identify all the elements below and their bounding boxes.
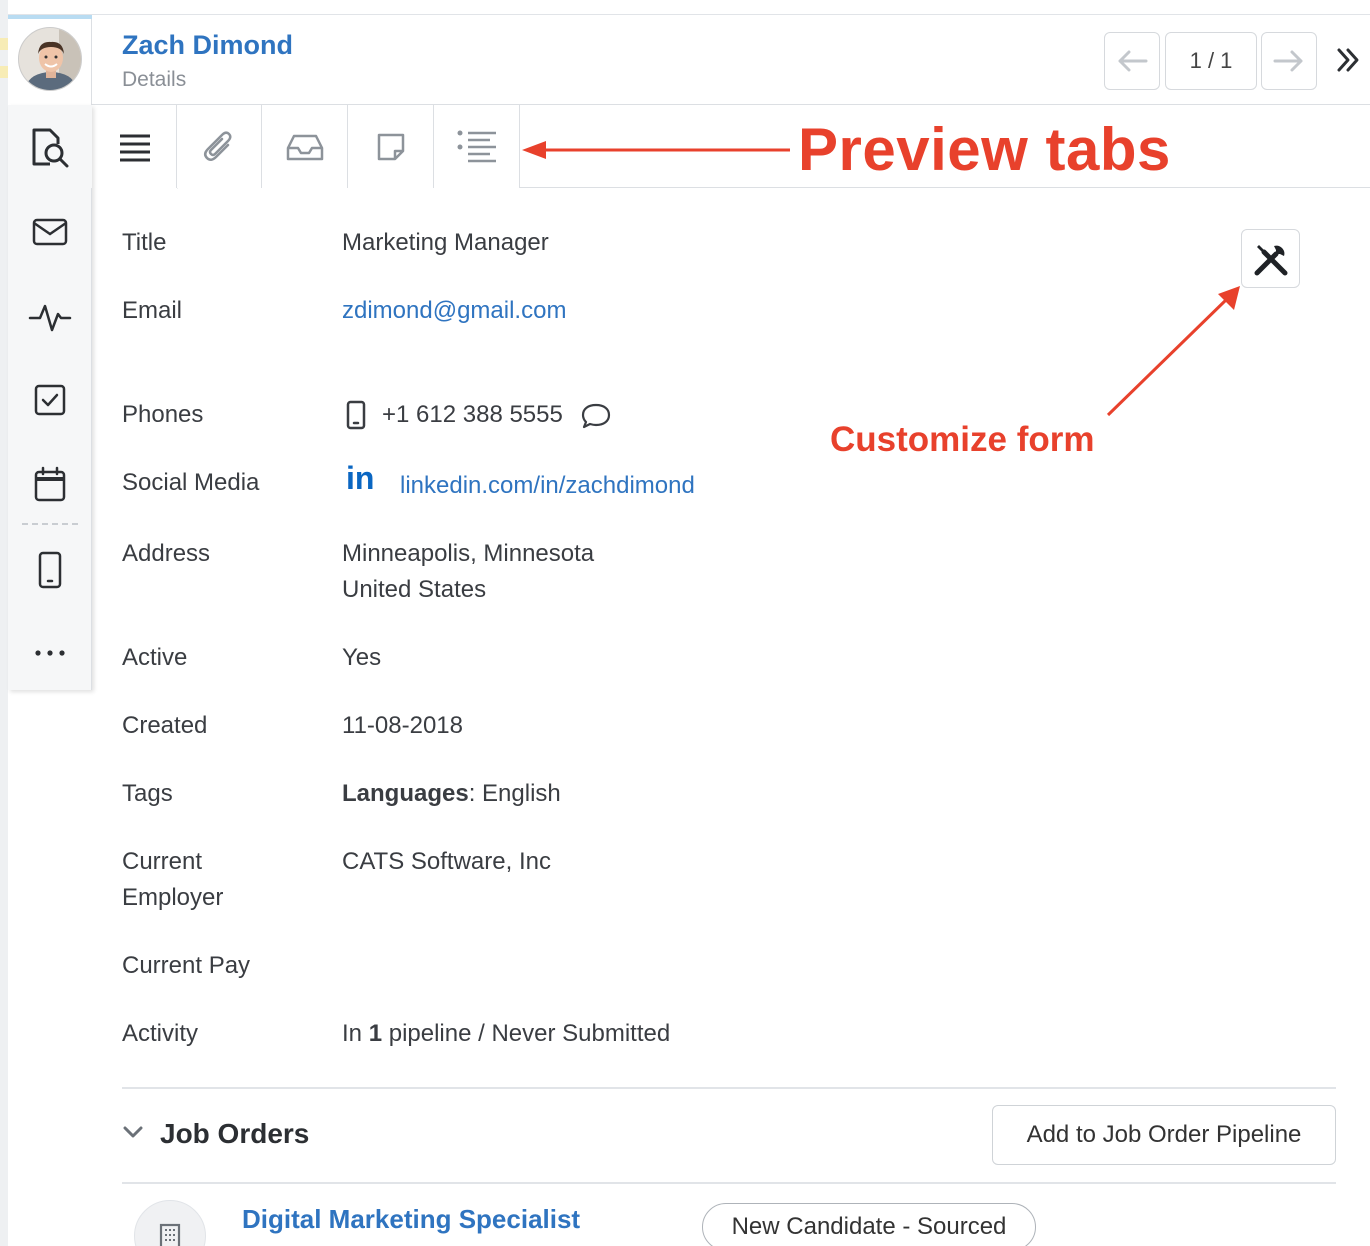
- inbox-icon: [286, 134, 323, 160]
- section-divider: [122, 1087, 1336, 1089]
- annotation-preview-tabs: Preview tabs: [798, 116, 1171, 183]
- phones-label: Phones: [122, 401, 204, 428]
- job-orders-title: Job Orders: [160, 1118, 310, 1149]
- note-icon: [377, 133, 404, 160]
- active-label: Active: [122, 644, 188, 671]
- sidebar-item-activity[interactable]: [8, 287, 92, 347]
- add-to-job-order-pipeline-button[interactable]: Add to Job Order Pipeline: [992, 1105, 1336, 1165]
- sidebar-item-email[interactable]: [8, 202, 92, 262]
- phone-value[interactable]: +1 612 388 5555: [382, 397, 563, 433]
- expand-panel-button[interactable]: [1330, 40, 1366, 80]
- next-record-button[interactable]: [1261, 32, 1317, 90]
- created-value: 11-08-2018: [342, 712, 463, 739]
- sidebar-item-tasks[interactable]: [8, 370, 92, 430]
- job-order-link[interactable]: Digital Marketing Specialist: [242, 1204, 580, 1235]
- tab-notes[interactable]: [348, 105, 434, 188]
- tags-label: Tags: [122, 780, 173, 807]
- background-strip: [0, 0, 8, 1246]
- title-label: Title: [122, 229, 167, 256]
- activity-count: 1: [368, 1020, 383, 1047]
- pulse-icon: [28, 304, 72, 332]
- created-label: Created: [122, 712, 208, 739]
- checkbox-icon: [34, 384, 66, 416]
- tab-details[interactable]: [92, 105, 178, 189]
- record-name[interactable]: Zach Dimond: [122, 30, 293, 61]
- title-value: Marketing Manager: [342, 229, 549, 256]
- mobile-icon: [38, 551, 62, 589]
- address-line-1: Minneapolis, Minnesota: [342, 540, 595, 567]
- arrow-right-icon: [1273, 50, 1303, 72]
- email-icon: [32, 218, 68, 246]
- building-icon: [159, 1223, 181, 1246]
- avatar-column: [8, 15, 92, 105]
- address-line-2: United States: [342, 576, 487, 603]
- collapse-job-orders-toggle[interactable]: [122, 1124, 144, 1145]
- annotation-arrow-customize: [1106, 286, 1240, 417]
- preview-search-icon: [32, 128, 69, 167]
- activity-suffix: pipeline / Never Submitted: [382, 1020, 671, 1047]
- calendar-icon: [34, 466, 66, 502]
- employer-label-line-2: Employer: [122, 884, 224, 911]
- tags-value: Languages: English: [342, 776, 561, 812]
- annotation-customize-form: Customize form: [830, 420, 1095, 459]
- details-list-icon: [119, 134, 150, 161]
- activity-list-icon: [457, 130, 496, 162]
- email-label: Email: [122, 297, 183, 324]
- linkedin-icon: in: [346, 460, 375, 496]
- tab-inbox[interactable]: [262, 105, 348, 188]
- sidebar-separator: [22, 523, 78, 525]
- arrow-left-icon: [1118, 50, 1148, 72]
- activity-prefix: In: [342, 1020, 369, 1047]
- annotation-arrow-tabs: [522, 141, 790, 159]
- job-orders-divider: [122, 1182, 1336, 1184]
- mobile-phone-icon: [346, 400, 366, 435]
- tags-text: : English: [468, 780, 561, 807]
- more-icon: [35, 650, 65, 656]
- double-chevron-right-icon: [1337, 48, 1359, 72]
- employer-label-line-1: Current: [122, 848, 203, 875]
- attachment-icon: [204, 130, 232, 161]
- tab-attachments[interactable]: [176, 105, 262, 188]
- record-subtitle: Details: [122, 68, 187, 91]
- tab-activity-list[interactable]: [434, 105, 520, 188]
- sidebar-item-mobile[interactable]: [8, 540, 92, 600]
- social-media-label: Social Media: [122, 469, 260, 496]
- employer-value: CATS Software, Inc: [342, 848, 551, 875]
- preview-panel: [8, 14, 1370, 1246]
- linkedin-link[interactable]: linkedin.com/in/zachdimond: [400, 468, 695, 504]
- sidebar-item-calendar[interactable]: [8, 454, 92, 514]
- previous-record-button[interactable]: [1104, 32, 1160, 90]
- email-link[interactable]: zdimond@gmail.com: [342, 293, 566, 329]
- activity-value: In 1 pipeline / Never Submitted: [342, 1016, 670, 1052]
- address-label: Address: [122, 540, 211, 567]
- active-value: Yes: [342, 644, 382, 671]
- sidebar-item-more[interactable]: [8, 623, 92, 683]
- tags-key: Languages: [342, 780, 469, 807]
- sidebar-item-preview[interactable]: [8, 105, 92, 188]
- tools-icon: [1254, 244, 1287, 275]
- activity-label: Activity: [122, 1020, 199, 1047]
- current-pay-label: Current Pay: [122, 952, 251, 979]
- chevron-down-icon: [123, 1126, 143, 1138]
- avatar[interactable]: [18, 27, 82, 91]
- sms-chat-icon[interactable]: [580, 402, 612, 435]
- pagination-indicator: 1 / 1: [1165, 32, 1257, 90]
- pipeline-status-badge[interactable]: New Candidate - Sourced: [702, 1203, 1036, 1246]
